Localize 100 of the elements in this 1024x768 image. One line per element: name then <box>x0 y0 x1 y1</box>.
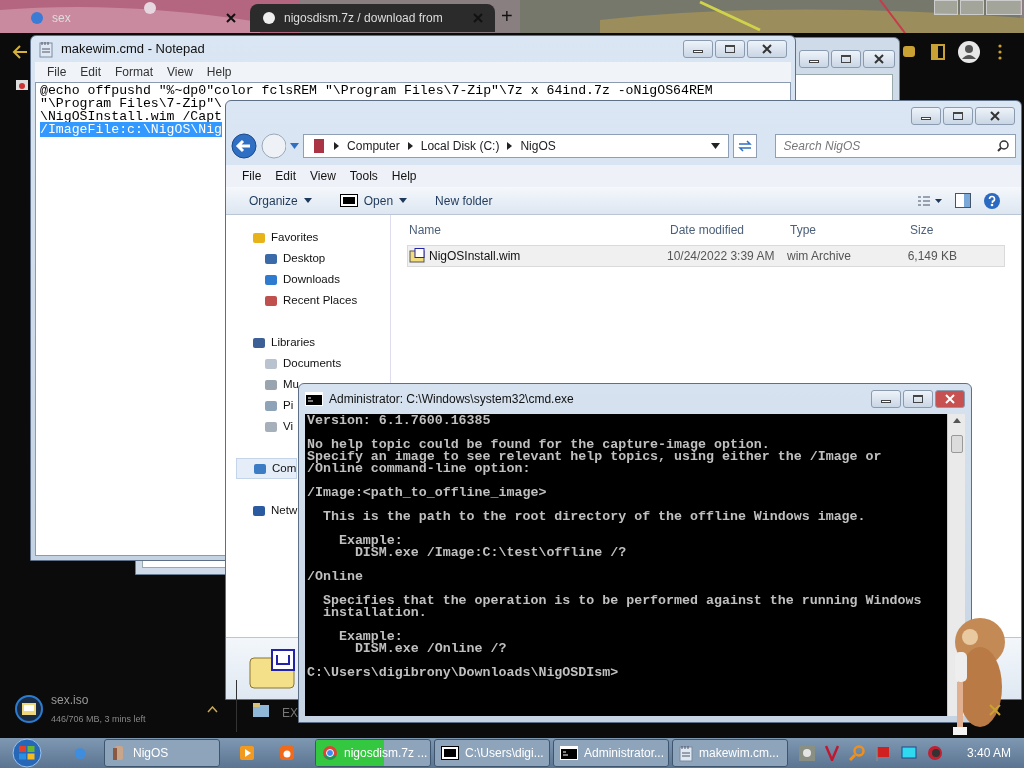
breadcrumb-item[interactable]: Computer <box>347 137 400 155</box>
folder-icon <box>264 398 278 413</box>
folder-icon <box>252 503 266 518</box>
notepad-icon <box>39 40 53 58</box>
menu-item[interactable]: Tools <box>349 167 378 185</box>
console-line: Example: <box>337 533 403 548</box>
menu-item[interactable]: Edit <box>80 63 102 81</box>
close-icon[interactable] <box>989 704 1001 716</box>
window-title: makewim.cmd - Notepad <box>61 40 206 59</box>
file-icon <box>409 248 425 264</box>
search-field[interactable]: Search NigOS <box>774 134 1016 158</box>
download-name[interactable]: sex.iso <box>51 691 146 709</box>
caret-icon <box>303 198 312 203</box>
new-tab-button[interactable]: + <box>501 6 513 26</box>
terminal-icon <box>560 746 578 760</box>
nav-item[interactable]: Libraries <box>252 332 316 353</box>
folder-icon <box>264 251 278 266</box>
nav-item[interactable]: Documents <box>264 353 342 374</box>
tab-title: nigosdism.7z / download from <box>284 10 444 27</box>
breadcrumb-item[interactable]: NigOS <box>520 137 556 155</box>
close-icon[interactable] <box>226 13 236 23</box>
menu-item[interactable]: Format <box>115 63 154 81</box>
column-header[interactable]: Name <box>409 221 670 239</box>
console-line: /Online <box>307 569 363 584</box>
column-header[interactable]: Date modified <box>670 221 790 239</box>
close-icon <box>990 111 1000 121</box>
refresh-button[interactable] <box>732 134 757 158</box>
taskbar-label: Administrator... <box>584 745 665 762</box>
file-icon <box>248 647 296 690</box>
menu-item[interactable]: Help <box>391 167 417 185</box>
puzzle-icon[interactable] <box>902 44 916 58</box>
minimize-button[interactable] <box>911 107 941 125</box>
toolbar-button[interactable]: Open <box>336 191 411 210</box>
maximize-button[interactable] <box>715 40 745 58</box>
text-line: "\Program Files\7-Zip"\ <box>40 96 223 111</box>
speaker-icon[interactable] <box>927 745 943 761</box>
table-cell-text: 10/24/2022 3:39 AM <box>667 248 776 265</box>
nav-item[interactable]: Recent Places <box>264 290 358 311</box>
minimize-button[interactable] <box>799 50 829 68</box>
maximize-button[interactable] <box>903 390 933 408</box>
scroll-up-icon[interactable] <box>952 418 961 423</box>
text-line: @echo offpushd "%~dp0"color fclsREM "\Program Files\7-Zip"\7z x 64ind.7z -oNigOS64REM <box>40 83 713 98</box>
breadcrumb-item[interactable]: Local Disk (C:) <box>420 137 500 155</box>
tray-app-icon[interactable] <box>799 745 815 761</box>
preview-pane-icon[interactable] <box>955 193 971 208</box>
minimize-button[interactable] <box>871 390 901 408</box>
folder-icon <box>264 293 278 308</box>
media-player-icon[interactable] <box>239 745 255 761</box>
back-arrow-icon[interactable] <box>12 45 28 59</box>
toolbar-button[interactable]: Organize <box>246 191 315 210</box>
more-icon[interactable] <box>998 44 1002 60</box>
menu-item[interactable]: File <box>242 167 262 185</box>
close-button[interactable] <box>747 40 787 58</box>
chrome-icon <box>322 745 338 761</box>
folder-icon <box>252 230 266 245</box>
terminal-icon <box>305 392 323 406</box>
view-icon[interactable] <box>917 194 943 207</box>
nav-item[interactable]: Pi <box>264 395 294 416</box>
maximize-button[interactable] <box>831 50 861 68</box>
folder-icon <box>264 356 278 371</box>
taskbar-label: makewim.cm... <box>699 745 779 762</box>
globe-icon <box>30 11 44 25</box>
sidebar-icon[interactable] <box>931 44 945 60</box>
search-icon <box>997 140 1009 152</box>
maximize-button[interactable] <box>943 107 973 125</box>
nav-item[interactable]: Com <box>236 458 298 479</box>
toolbar-button[interactable]: New folder <box>432 191 496 210</box>
scroll-thumb[interactable] <box>950 435 963 453</box>
download-name[interactable]: EX <box>282 704 298 722</box>
menu-item[interactable]: View <box>167 63 193 81</box>
clock[interactable]: 3:40 AM <box>967 744 1012 762</box>
chevron-icon <box>507 142 513 150</box>
back-button[interactable] <box>231 133 257 159</box>
menu-item[interactable]: View <box>310 167 336 185</box>
monitor-icon[interactable] <box>901 746 917 760</box>
menu-item[interactable]: Help <box>206 63 232 81</box>
nav-item[interactable]: Desktop <box>264 248 326 269</box>
close-button[interactable] <box>975 107 1015 125</box>
file-row[interactable]: NigOSInstall.wim 10/24/2022 3:39 AM wim Archive 6,149 KB <box>407 245 1005 267</box>
nav-item[interactable]: Mu <box>264 374 299 395</box>
caret-up-icon[interactable] <box>207 706 218 713</box>
window-title: Administrator: C:\Windows\system32\cmd.exe <box>329 391 575 408</box>
menu-item[interactable]: Edit <box>275 167 297 185</box>
menu-item[interactable]: File <box>47 63 67 81</box>
avatar-icon[interactable] <box>958 41 980 63</box>
nav-item[interactable]: Downloads <box>264 269 340 290</box>
folder-icon <box>253 703 269 717</box>
download-status: 446/706 MB, 3 mins left <box>51 713 146 726</box>
minimize-button[interactable] <box>683 40 713 58</box>
nav-item[interactable]: Vi <box>264 416 294 437</box>
folder-icon <box>252 335 266 350</box>
caret-icon[interactable] <box>710 143 720 149</box>
close-button[interactable] <box>863 50 895 68</box>
column-header[interactable]: Size <box>910 221 970 239</box>
column-header[interactable]: Type <box>790 221 910 239</box>
nav-item[interactable]: Netw <box>252 500 298 521</box>
help-icon[interactable] <box>983 191 1001 210</box>
nav-item[interactable]: Favorites <box>252 227 319 248</box>
address-bar[interactable]: Computer Local Disk (C:) NigOS <box>303 134 729 158</box>
browser-tab[interactable]: nigosdism.7z / download from <box>250 4 495 32</box>
